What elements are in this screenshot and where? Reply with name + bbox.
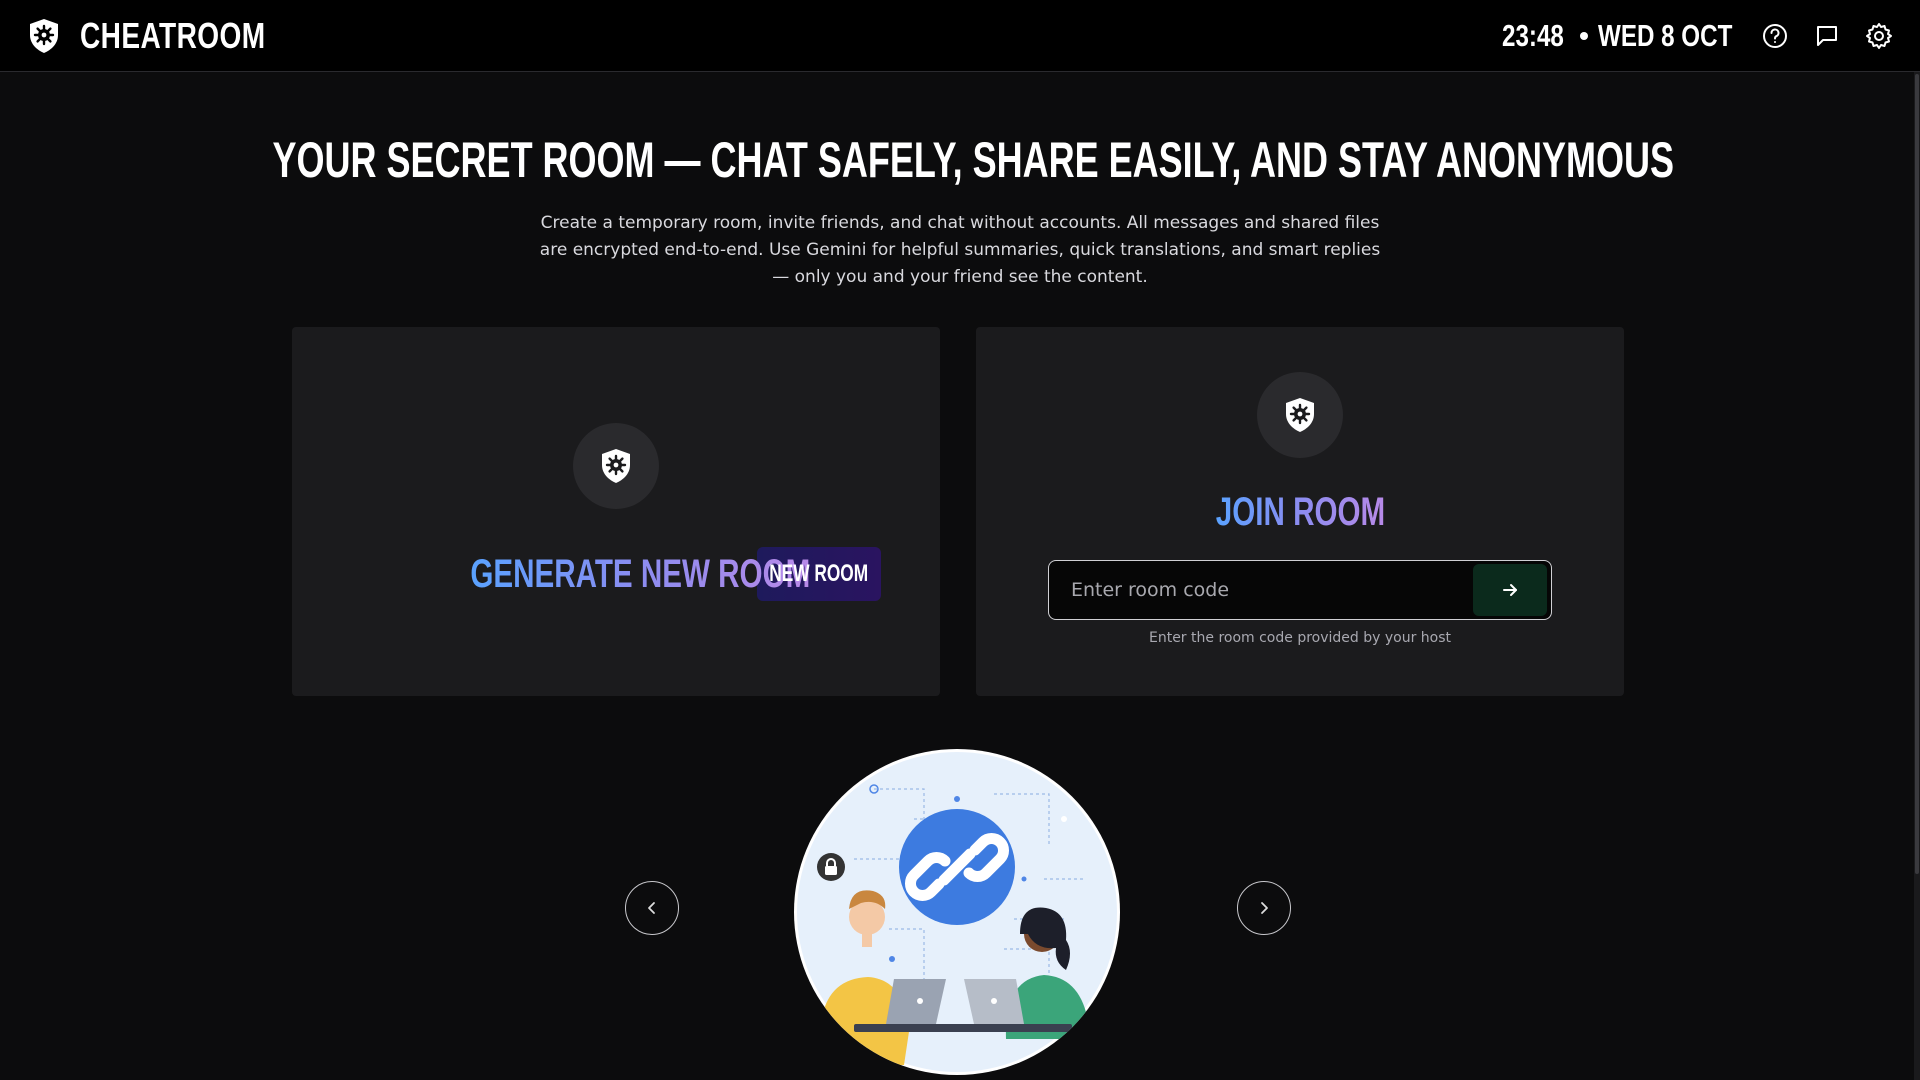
chat-button[interactable] (1810, 19, 1844, 53)
generate-room-badge (573, 423, 659, 509)
carousel-illustration (794, 749, 1120, 1075)
generate-room-title: GENERATE NEW ROOM (470, 551, 811, 596)
join-room-form (1048, 560, 1552, 620)
join-room-title: JOIN ROOM (1215, 490, 1385, 534)
scrollbar-thumb[interactable] (1915, 74, 1919, 874)
clock-date: WED 8 OCT (1597, 17, 1733, 53)
join-room-hint: Enter the room code provided by your hos… (1148, 630, 1452, 646)
room-code-input[interactable] (1049, 561, 1473, 619)
clock-time: 23:48 (1502, 17, 1565, 53)
join-room-badge (1257, 372, 1343, 458)
arrow-right-icon (1503, 584, 1517, 596)
chevron-left-icon (648, 902, 655, 914)
gear-icon (1866, 22, 1892, 49)
chat-bubble-icon (1817, 25, 1837, 46)
brand[interactable]: CHEATROOM (24, 15, 318, 57)
settings-button[interactable] (1862, 19, 1896, 53)
carousel-next-button[interactable] (1237, 881, 1291, 935)
join-room-submit-button[interactable] (1473, 564, 1547, 616)
carousel-prev-button[interactable] (625, 881, 679, 935)
clock-separator (1579, 31, 1588, 40)
shield-logo-icon (24, 16, 64, 56)
generate-room-card: GENERATE NEW ROOM NEW ROOM (292, 327, 940, 696)
join-room-card: JOIN ROOM Enter the room code provided b… (976, 327, 1624, 696)
shield-icon (1286, 398, 1314, 432)
new-room-button-label: NEW ROOM (769, 560, 869, 587)
help-circle-icon (1763, 23, 1787, 48)
page-subtitle: Create a temporary room, invite friends,… (539, 213, 1381, 287)
page-title: YOUR SECRET ROOM — CHAT SAFELY, SHARE EA… (272, 132, 1675, 188)
chevron-right-icon (1261, 902, 1268, 914)
app-name: CHEATROOM (80, 14, 266, 56)
help-button[interactable] (1758, 19, 1792, 53)
shared-link-illustration (797, 752, 1117, 1072)
clock: 23:48 WED 8 OCT (1502, 18, 1740, 54)
shield-icon (602, 449, 630, 483)
top-bar: CHEATROOM 23:48 WED 8 OCT (0, 0, 1920, 72)
